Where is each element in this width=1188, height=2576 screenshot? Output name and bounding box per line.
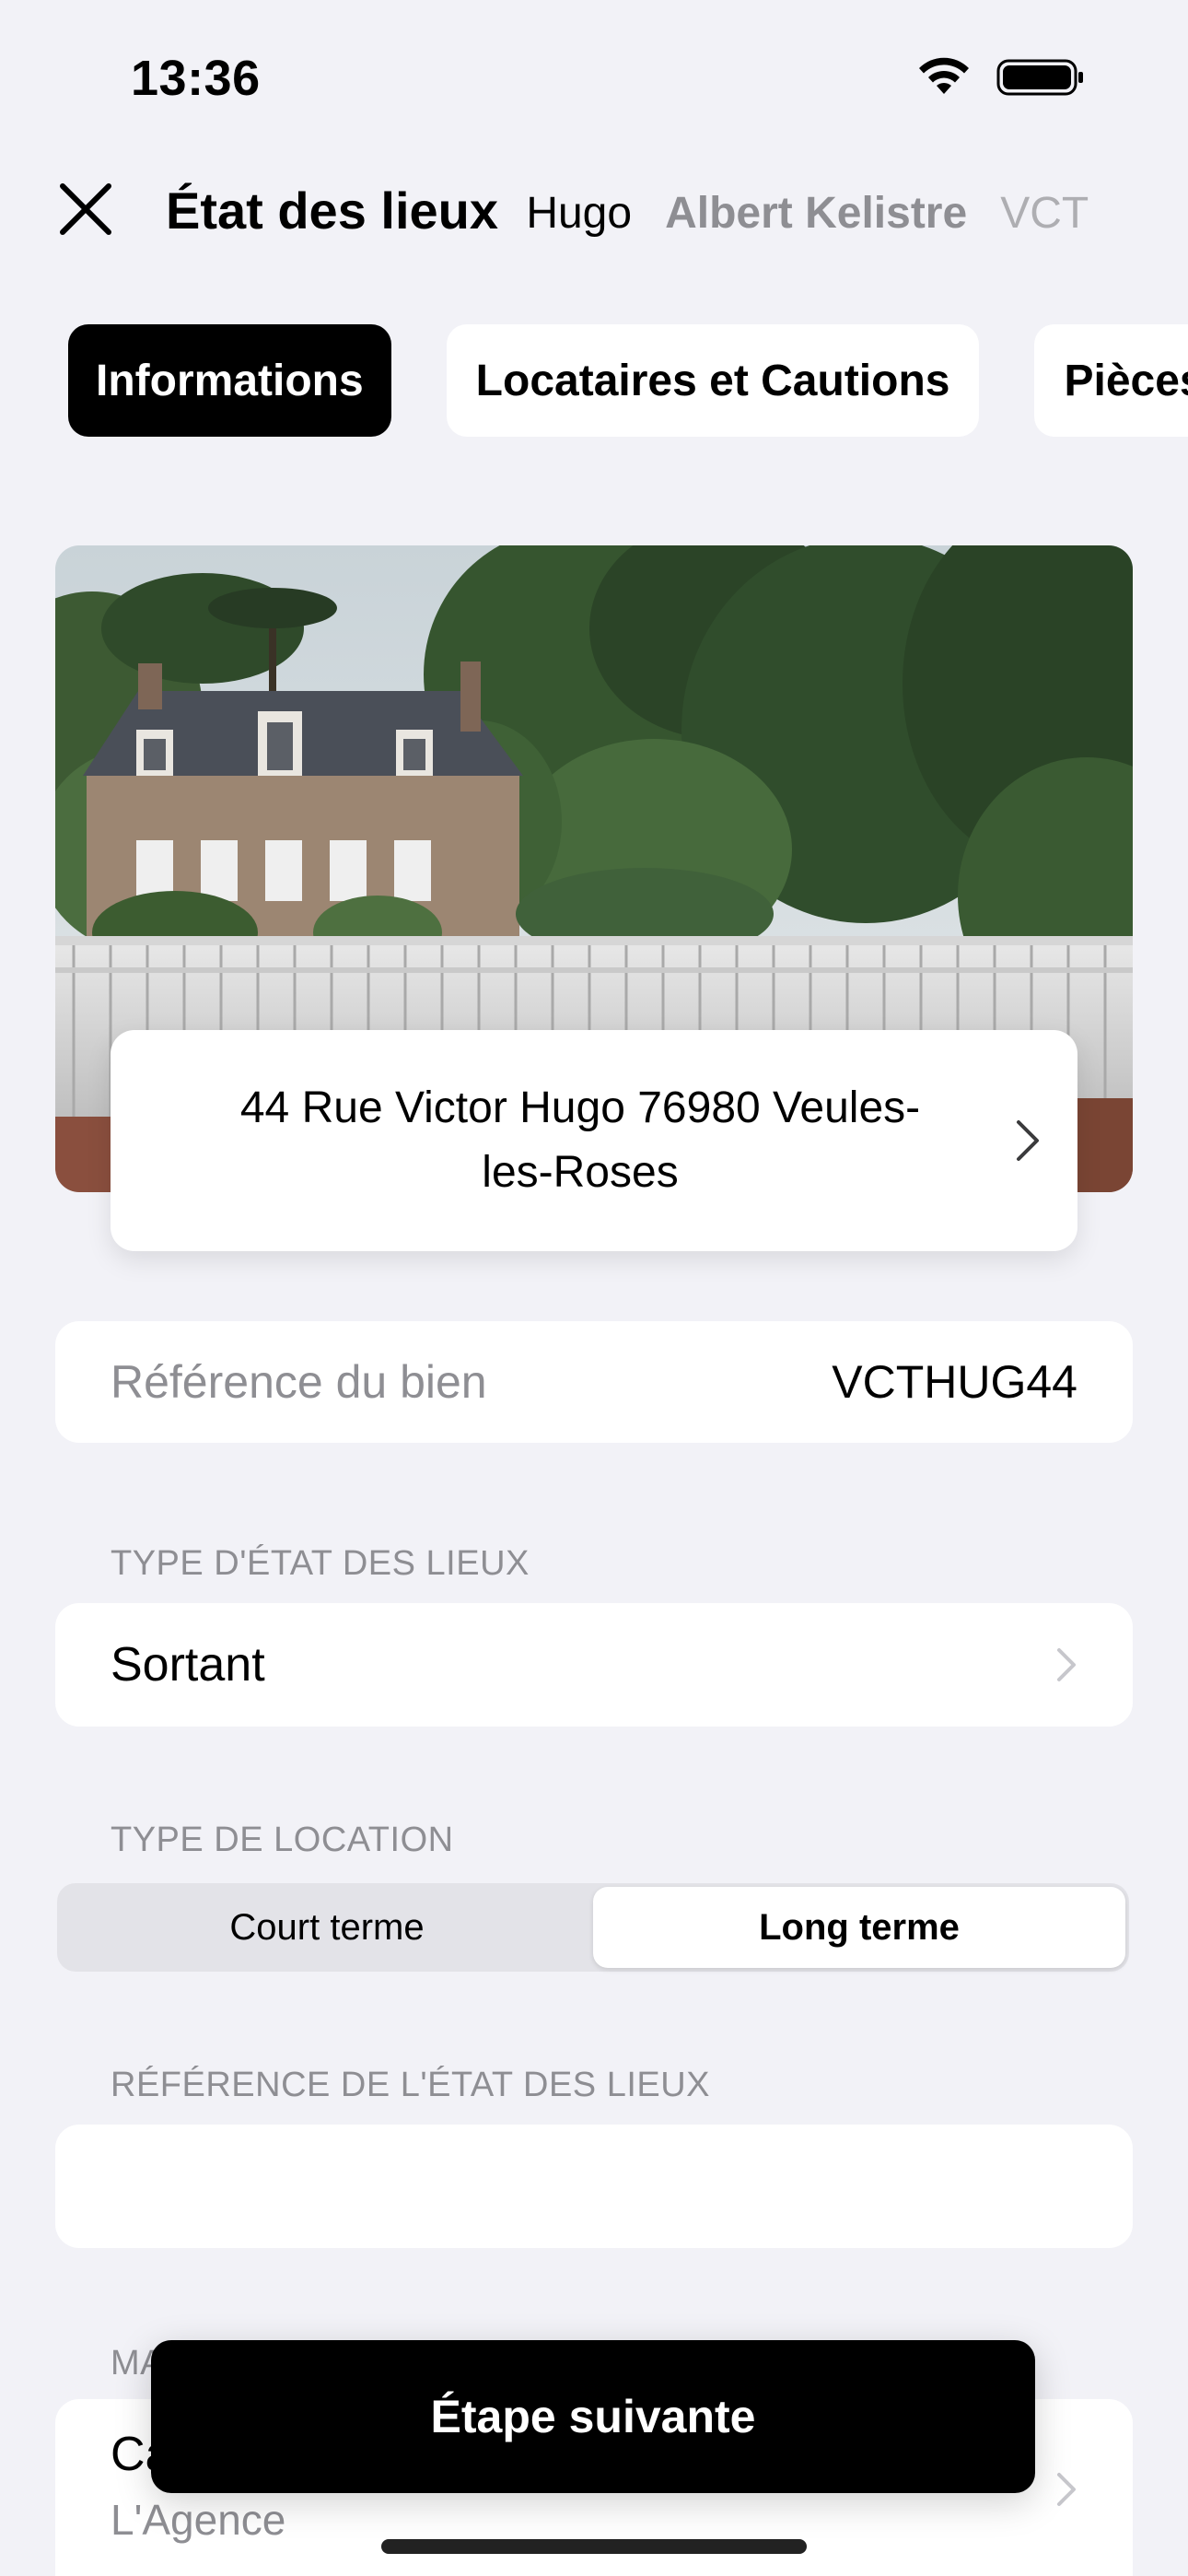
ticker-text-1: r Hugo (523, 189, 633, 238)
battery-icon (996, 59, 1083, 96)
close-icon[interactable] (57, 181, 114, 238)
property-reference-row: Référence du bien VCTHUG44 (55, 1321, 1133, 1443)
rental-type-section-label: TYPE DE LOCATION (111, 1821, 454, 1859)
status-icons (915, 57, 1085, 98)
inventory-type-value: Sortant (111, 1638, 265, 1692)
ticker-text-3: VCT (1000, 189, 1089, 238)
inventory-type-selector[interactable]: Sortant (55, 1603, 1133, 1727)
property-reference-value: VCTHUG44 (832, 1356, 1077, 1408)
chevron-right-icon (1017, 1120, 1039, 1161)
inventory-reference-section-label: RÉFÉRENCE DE L'ÉTAT DES LIEUX (111, 2066, 711, 2104)
inventory-type-section-label: TYPE D'ÉTAT DES LIEUX (111, 1544, 530, 1583)
chevron-right-icon (1057, 1648, 1076, 1681)
chevron-right-icon (1057, 2473, 1076, 2506)
next-step-button[interactable]: Étape suivante (151, 2340, 1035, 2493)
home-indicator[interactable] (381, 2539, 807, 2554)
tab-locataires-cautions[interactable]: Locataires et Cautions (446, 324, 980, 437)
wifi-icon (919, 57, 969, 94)
status-time: 13:36 (131, 51, 261, 106)
tab-informations[interactable]: Informations (68, 324, 391, 437)
property-address: 44 Rue Victor Hugo 76980 Veules-les-Rose… (239, 1083, 921, 1197)
segment-court-terme[interactable]: Court terme (61, 1887, 593, 1968)
mandate-agency: L'Agence (111, 2496, 286, 2544)
screen: 13:36 État des lieux r Hugo Albert Kelis… (0, 0, 1188, 2576)
header-ticker: r Hugo Albert Kelistre VCT (523, 188, 1112, 243)
ticker-text-2: Albert Kelistre (665, 189, 968, 238)
inventory-reference-input[interactable] (55, 2125, 1133, 2248)
rental-type-segmented-control: Court terme Long terme (57, 1883, 1129, 1972)
segment-long-terme[interactable]: Long terme (593, 1887, 1125, 1968)
tab-bar: Informations Locataires et Cautions Pièc… (68, 324, 1188, 437)
tab-pieces[interactable]: Pièces (1034, 324, 1188, 437)
address-card[interactable]: 44 Rue Victor Hugo 76980 Veules-les-Rose… (111, 1030, 1077, 1251)
property-reference-label: Référence du bien (111, 1356, 487, 1408)
page-title: État des lieux (166, 181, 499, 240)
